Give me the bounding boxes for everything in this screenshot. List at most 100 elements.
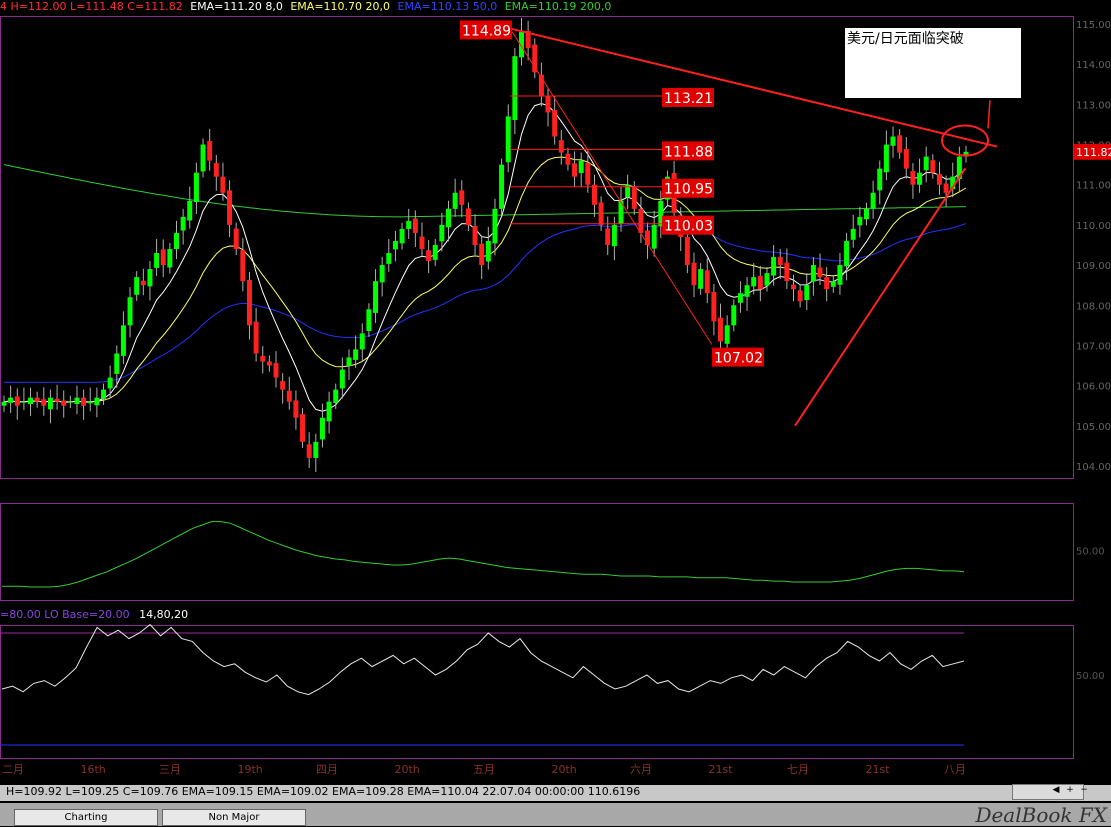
candle-body (731, 305, 737, 326)
candle-body (47, 397, 53, 410)
candle-body (764, 273, 770, 286)
ema200-line (3, 164, 967, 218)
last-price-label: 111.82 (1076, 146, 1111, 159)
candle-body (492, 208, 498, 244)
candle-body (266, 361, 272, 366)
zoom-plus-icon[interactable]: + (1064, 784, 1076, 797)
osc-params-text: 14,80,20 (139, 608, 189, 621)
candle-body (558, 140, 564, 153)
candle-body (386, 253, 392, 264)
candle-body (1, 401, 7, 406)
candle-body (419, 236, 425, 250)
candle-body (479, 243, 485, 266)
candle-body (598, 202, 604, 225)
time-axis-label: 21st (866, 763, 891, 776)
candle-body (591, 184, 597, 205)
candle-body (917, 172, 923, 185)
candle-body (326, 401, 332, 422)
ema20-readout: EMA=110.70 20,0 (290, 0, 391, 13)
fib-label-text: 110.95 (664, 182, 713, 198)
annotation-note[interactable]: 美元/日元面临突破 (845, 28, 1021, 98)
candle-body (499, 164, 505, 209)
candle-body (718, 317, 724, 342)
candle-body (837, 265, 843, 285)
candle-body (313, 441, 319, 458)
candle-body (631, 187, 637, 209)
candle-body (379, 265, 385, 283)
chart-canvas: 114.89 113.21 111.88 110.95 110.03 107.02 115… (0, 16, 1111, 776)
candle-body (817, 267, 823, 278)
candle-body (804, 285, 810, 301)
candle-body (870, 192, 876, 209)
candle-body (233, 228, 239, 250)
candle-body (903, 148, 909, 169)
oscillator1-line (2, 521, 965, 588)
candle-body (240, 250, 246, 282)
time-axis-label: 19th (238, 763, 263, 776)
candle-body (399, 228, 405, 244)
candle-body (21, 401, 27, 403)
candle-body (890, 136, 896, 146)
candle-body (154, 253, 160, 268)
candle-body (791, 284, 797, 290)
candle-body (193, 172, 199, 203)
candle-body (14, 396, 20, 406)
candle-body (160, 249, 166, 266)
price-tick-label: 109.00 (1076, 261, 1111, 272)
tab-charting[interactable]: Charting (14, 809, 158, 826)
candle-body (651, 224, 657, 249)
candle-body (359, 333, 365, 350)
price-tick-label: 107.00 (1076, 341, 1111, 352)
price-tick-label: 105.00 (1076, 422, 1111, 433)
candle-body (67, 401, 73, 403)
ema50-line (3, 223, 967, 383)
ema8-readout: EMA=111.20 8,0 (190, 0, 283, 13)
candle-body (923, 156, 929, 171)
support-trendline (794, 168, 966, 427)
candle-body (200, 144, 206, 172)
oscillator-label: =80.00 LO Base=20.00 14,80,20 (0, 608, 188, 621)
candle-body (61, 400, 67, 406)
candle-body (180, 216, 186, 231)
time-axis-label: 七月 (787, 763, 809, 776)
candle-body (134, 277, 140, 295)
candle-body (286, 390, 292, 402)
price-tick-label: 104.00 (1076, 462, 1111, 473)
candle-body (552, 110, 558, 137)
oscillator2-line (1, 623, 965, 696)
candle-body (333, 389, 339, 403)
candle-body (41, 399, 47, 406)
candle-body (293, 400, 299, 418)
tab-non-major[interactable]: Non Major (162, 809, 306, 826)
candle-body (339, 369, 345, 389)
candle-body (392, 240, 398, 250)
candle-body (910, 171, 916, 185)
osc-levels-text: =80.00 LO Base=20.00 (0, 608, 130, 621)
fib-label-text: 111.88 (664, 144, 713, 160)
candle-body (114, 353, 120, 374)
candle-body (605, 228, 611, 245)
scroll-left-icon[interactable]: ◀ (1050, 784, 1062, 797)
candle-body (757, 275, 763, 290)
zoom-minus-icon[interactable]: − (1078, 784, 1090, 797)
candle-body (227, 190, 233, 225)
price-tick-label: 110.00 (1076, 221, 1111, 232)
candle-body (81, 397, 87, 406)
candle-body (187, 200, 193, 221)
time-axis-label: 20th (552, 763, 577, 776)
breakout-circle (941, 124, 989, 157)
time-axis-label: 20th (395, 763, 420, 776)
candle-body (173, 232, 179, 250)
candle-body (120, 325, 126, 356)
candle-body (306, 444, 312, 458)
candle-body (346, 357, 352, 366)
time-axis-label: 八月 (944, 763, 966, 776)
candle-body (585, 163, 591, 185)
candle-body (611, 224, 617, 247)
candle-body (366, 309, 372, 331)
time-axis-label: 六月 (630, 763, 652, 776)
time-axis-label: 二月 (2, 763, 24, 776)
candle-body (751, 277, 757, 287)
candle-body (465, 208, 471, 225)
candle-body (54, 398, 60, 402)
